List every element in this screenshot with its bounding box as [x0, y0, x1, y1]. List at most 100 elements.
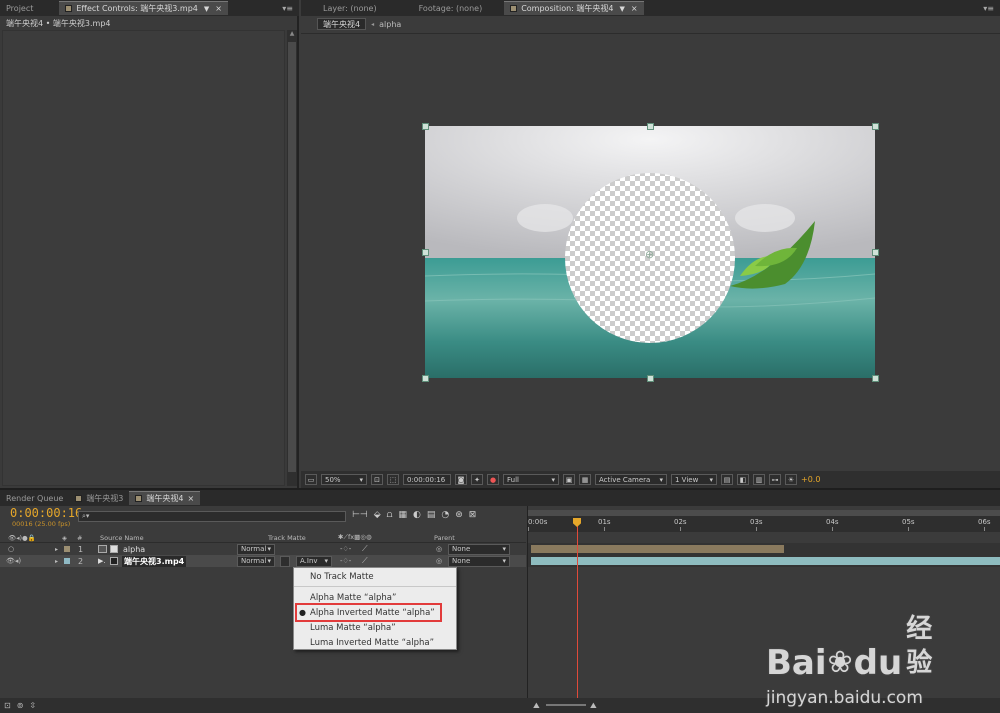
zoom-value: 50%: [325, 475, 341, 484]
zoom-dropdown[interactable]: 50% ▾: [321, 474, 367, 485]
scroll-up-icon[interactable]: ▲: [287, 30, 297, 37]
dropdown-arrow-icon[interactable]: ▼: [204, 5, 209, 13]
exposure-icon[interactable]: ☀: [785, 474, 797, 485]
timeline-icon[interactable]: ▥: [753, 474, 765, 485]
handle-top-right[interactable]: [872, 123, 879, 130]
matte-source-icon: ▶.: [98, 557, 106, 565]
pickwhip-icon[interactable]: ◎: [436, 545, 442, 553]
handle-top-center[interactable]: [647, 123, 654, 130]
transparency-grid-icon[interactable]: ▦: [579, 474, 591, 485]
modes-toggle-icon[interactable]: ⊚: [17, 701, 24, 710]
current-time[interactable]: 0:00:00:16: [10, 506, 82, 520]
toggle-pixel-aspect-icon[interactable]: ▤: [721, 474, 733, 485]
quality-switch-icon[interactable]: ⟋: [362, 544, 368, 554]
parent-dropdown[interactable]: None ▾: [448, 543, 510, 555]
zoom-slider[interactable]: [546, 704, 586, 706]
composition-frame[interactable]: ⊕: [425, 126, 875, 378]
dropdown-arrow-icon[interactable]: ▼: [620, 5, 625, 13]
handle-top-left[interactable]: [422, 123, 429, 130]
tab-effect-controls[interactable]: Effect Controls: 端午央视3.mp4 ▼ ×: [59, 1, 228, 15]
tab-composition[interactable]: Composition: 端午央视4 ▼ ×: [504, 1, 644, 15]
menu-item-luma-matte[interactable]: Luma Matte “alpha”: [294, 620, 456, 635]
quality-switch-icon[interactable]: ⟋: [362, 556, 368, 566]
close-icon[interactable]: ×: [631, 4, 638, 13]
collapse-switch-icon[interactable]: -♢-: [340, 557, 351, 565]
brainstorm-icon[interactable]: ▤: [427, 510, 436, 520]
exposure-value[interactable]: +0.0: [801, 475, 820, 484]
live-update-icon[interactable]: ⊠: [469, 510, 477, 520]
frame-blending-icon[interactable]: ▦: [398, 510, 407, 520]
comp-mini-flowchart-icon[interactable]: ⊢⊣: [352, 510, 368, 520]
track-matte-dropdown[interactable]: A.Inv ▾: [296, 555, 332, 567]
collapse-switch-icon[interactable]: -♢-: [340, 545, 351, 553]
visibility-eye-icon[interactable]: ○: [8, 545, 14, 553]
anchor-point-icon[interactable]: ⊕: [645, 248, 654, 261]
layer-row[interactable]: ○ ▸ 1 alpha Normal ▾ -♢- ⟋ ◎ None ▾: [0, 543, 526, 555]
auto-keyframe-icon[interactable]: ⊛: [455, 510, 463, 520]
draft-3d-icon[interactable]: ⬙: [374, 510, 381, 520]
menu-item-luma-inverted-matte[interactable]: Luma Inverted Matte “alpha”: [294, 635, 456, 650]
handle-bottom-right[interactable]: [872, 375, 879, 382]
chevron-down-icon: ▾: [267, 557, 271, 565]
tab-footage[interactable]: Footage: (none): [413, 1, 489, 15]
close-icon[interactable]: ×: [188, 494, 195, 503]
motion-blur-icon[interactable]: ◐: [413, 510, 421, 520]
ruler-label: 03s: [750, 518, 763, 526]
view-layout-dropdown[interactable]: 1 View ▾: [671, 474, 717, 485]
tab-render-queue[interactable]: Render Queue: [0, 491, 69, 505]
fast-previews-icon[interactable]: ▣: [563, 474, 575, 485]
layer-duration-bar[interactable]: [531, 545, 784, 553]
col-track-matte[interactable]: Track Matte: [268, 534, 306, 542]
layer-row[interactable]: 👁◂) ▸ 2 ▶. 端午央视3.mp4 Normal ▾ A.Inv ▾ -♢- …: [0, 555, 526, 567]
camera-snapshot-icon[interactable]: ◙: [455, 474, 467, 485]
region-of-interest-icon[interactable]: ⬚: [387, 474, 399, 485]
layer-name[interactable]: 端午央视3.mp4: [122, 555, 187, 567]
panel-menu-icon[interactable]: ▾≡: [983, 4, 994, 13]
flowchart-icon[interactable]: ⊶: [769, 474, 781, 485]
camera-dropdown[interactable]: Active Camera ▾: [595, 474, 667, 485]
blend-mode-dropdown[interactable]: Normal ▾: [237, 555, 275, 567]
handle-middle-right[interactable]: [872, 249, 879, 256]
vertical-scrollbar[interactable]: ▲: [287, 30, 297, 486]
zoom-out-icon[interactable]: ⛰: [533, 701, 540, 711]
close-icon[interactable]: ×: [215, 4, 222, 13]
fast-render-icon[interactable]: ◧: [737, 474, 749, 485]
label-color-box[interactable]: [64, 546, 70, 552]
graph-editor-icon[interactable]: ◔: [441, 510, 449, 520]
fit-icon[interactable]: ⊡: [371, 474, 383, 485]
tab-project[interactable]: Project: [0, 1, 39, 15]
show-snapshot-icon[interactable]: ✦: [471, 474, 483, 485]
handle-middle-left[interactable]: [422, 249, 429, 256]
in-out-toggle-icon[interactable]: ⇳: [29, 701, 36, 710]
tab-comp-3[interactable]: 端午央视3: [69, 491, 129, 505]
always-preview-icon[interactable]: ▭: [305, 474, 317, 485]
visibility-eye-icon[interactable]: 👁◂): [6, 557, 21, 565]
comp-breadcrumb-alpha[interactable]: alpha: [379, 20, 401, 29]
col-source-name[interactable]: Source Name: [100, 534, 144, 542]
color-channels-icon[interactable]: ●: [487, 474, 499, 485]
parent-dropdown[interactable]: None ▾: [448, 555, 510, 567]
tab-comp-4[interactable]: 端午央视4 ×: [129, 491, 201, 505]
blend-mode-dropdown[interactable]: Normal ▾: [237, 543, 275, 555]
preserve-transparency-toggle[interactable]: [280, 555, 290, 567]
layer-duration-bar[interactable]: [531, 557, 1000, 565]
tab-layer[interactable]: Layer: (none): [317, 1, 383, 15]
resolution-dropdown[interactable]: Full ▾: [503, 474, 559, 485]
scroll-thumb[interactable]: [288, 42, 296, 472]
pickwhip-icon[interactable]: ◎: [436, 557, 442, 565]
layer-name[interactable]: alpha: [123, 545, 145, 554]
label-color-box[interactable]: [64, 558, 70, 564]
handle-bottom-center[interactable]: [647, 375, 654, 382]
shy-layers-icon[interactable]: ⩍: [387, 510, 393, 520]
col-parent[interactable]: Parent: [434, 534, 455, 542]
current-time-display[interactable]: 0:00:00:16: [403, 474, 451, 485]
expand-twirl-icon[interactable]: ▸: [55, 546, 58, 553]
layer-switches-icon[interactable]: ⊡: [4, 701, 11, 710]
expand-twirl-icon[interactable]: ▸: [55, 558, 58, 565]
panel-menu-icon[interactable]: ▾≡: [282, 4, 293, 13]
zoom-in-icon[interactable]: ⛰: [590, 701, 597, 711]
comp-breadcrumb-current[interactable]: 端午央视4: [317, 18, 367, 30]
handle-bottom-left[interactable]: [422, 375, 429, 382]
menu-item-no-track-matte[interactable]: No Track Matte: [294, 569, 456, 584]
layer-search-field[interactable]: ⌕▾: [78, 511, 346, 522]
